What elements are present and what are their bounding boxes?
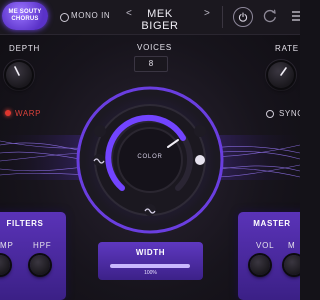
color-label: COLOR <box>137 154 163 160</box>
power-button[interactable] <box>233 7 253 27</box>
preset-next-button[interactable]: > <box>204 8 210 19</box>
mono-in-label: MONO IN <box>71 11 111 20</box>
width-slider-fill <box>110 264 190 268</box>
vol-knob[interactable] <box>250 255 270 275</box>
refresh-icon[interactable] <box>262 8 278 24</box>
voices-label: VOICES <box>137 43 173 52</box>
hpf-label: HPF <box>33 241 52 250</box>
master-title: MASTER <box>253 219 291 228</box>
rate-label: RATE <box>275 44 299 53</box>
lpf-label: MP <box>0 241 14 250</box>
mod-icon <box>195 155 205 165</box>
power-icon <box>238 12 248 22</box>
top-bar: ME SOUTY CHORUS MONO IN < MEK BIGER > <box>0 0 300 35</box>
color-knob-body <box>117 127 183 193</box>
mono-in-radio[interactable] <box>60 13 69 22</box>
hpf-knob[interactable] <box>30 255 50 275</box>
depth-label: DEPTH <box>9 44 41 53</box>
width-title: WIDTH <box>135 248 166 257</box>
filters-title: FILTERS <box>6 219 44 228</box>
logo: ME SOUTY CHORUS <box>2 2 48 30</box>
chorus-plugin-window: ME SOUTY CHORUS MONO IN < MEK BIGER > DE… <box>0 0 300 300</box>
width-panel: WIDTH 100% <box>98 242 203 280</box>
wave-icon-bg <box>94 125 106 137</box>
voices-value[interactable]: 8 <box>134 56 168 72</box>
preset-name[interactable]: MEK BIGER <box>130 8 190 32</box>
mix-label: M <box>288 241 296 250</box>
mod-icon-bg <box>194 125 206 137</box>
menu-icon[interactable] <box>292 10 300 22</box>
divider <box>222 6 223 28</box>
logo-line1: ME SOUTY <box>8 9 42 15</box>
vol-label: VOL <box>256 241 275 250</box>
mix-knob[interactable] <box>284 255 300 275</box>
width-value: 100% <box>144 270 157 276</box>
logo-line2: CHORUS <box>11 16 39 22</box>
width-slider[interactable] <box>110 264 190 268</box>
